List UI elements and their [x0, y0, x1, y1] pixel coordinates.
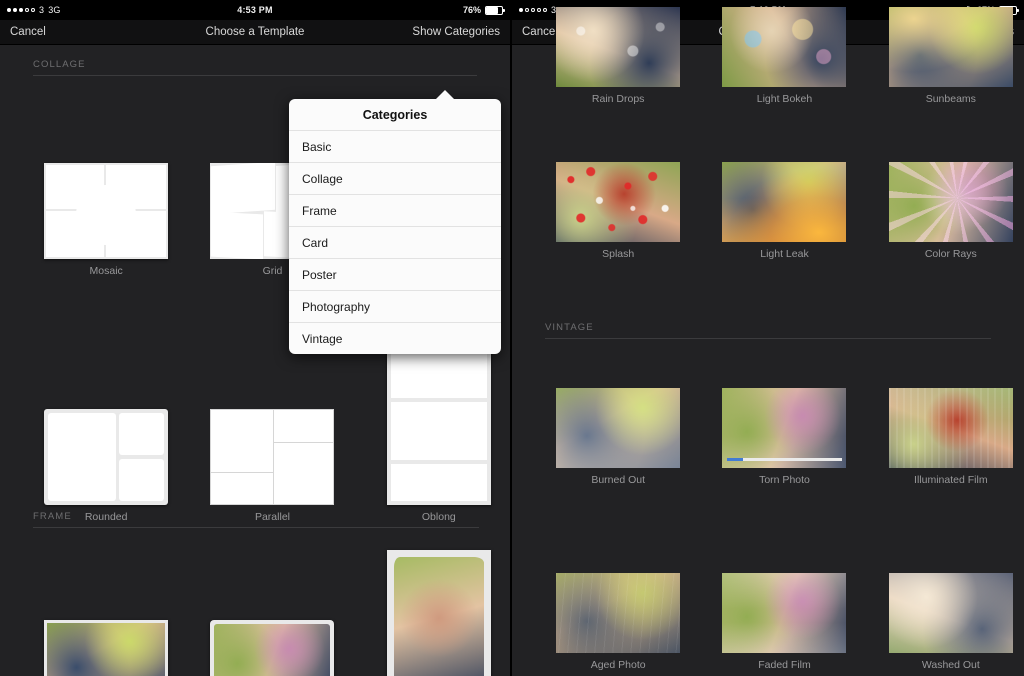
section-divider	[33, 527, 479, 528]
section-collage: COLLAGE	[0, 45, 510, 76]
page-title: Choose a Template	[205, 26, 305, 38]
template-thumbnail	[44, 409, 169, 505]
section-divider	[545, 338, 991, 339]
category-item-vintage[interactable]: Vintage	[289, 322, 501, 354]
dual-screenshot-container: 3 3G 4:53 PM 76% Cancel Choose a Templat…	[0, 0, 1024, 676]
template-cell-color-rays[interactable]: Color Rays	[878, 162, 1024, 260]
template-thumbnail	[386, 550, 491, 676]
template-cell-rounded-frame[interactable]: Rounded	[199, 620, 345, 676]
template-thumbnail	[556, 162, 681, 242]
template-thumbnail	[888, 7, 1013, 87]
template-thumbnail	[386, 350, 491, 505]
section-divider	[33, 75, 477, 76]
template-thumbnail	[44, 163, 169, 259]
battery-icon	[485, 5, 505, 15]
template-cell-sharp-frame[interactable]: Sharp	[33, 620, 179, 676]
template-label: Aged Photo	[590, 659, 646, 671]
status-bar-clock: 4:53 PM	[237, 5, 273, 15]
template-row: Rain Drops Light Bokeh Sunbeams	[512, 7, 1024, 105]
section-header-label: COLLAGE	[33, 59, 86, 70]
template-label: Burned Out	[591, 474, 646, 486]
template-label: Light Bokeh	[756, 93, 813, 105]
template-row: Burned Out Torn Photo Illuminated Film	[512, 388, 1024, 486]
template-thumbnail	[210, 409, 335, 505]
template-thumbnail	[888, 388, 1013, 468]
template-label: Illuminated Film	[914, 474, 988, 486]
template-thumbnail	[722, 162, 847, 242]
category-item-collage[interactable]: Collage	[289, 162, 501, 194]
template-thumbnail	[722, 388, 847, 468]
categories-popover[interactable]: Categories Basic Collage Frame Card Post…	[289, 90, 501, 354]
template-cell-rain-drops[interactable]: Rain Drops	[545, 7, 691, 105]
screen-left: 3 3G 4:53 PM 76% Cancel Choose a Templat…	[0, 0, 512, 676]
template-list-right[interactable]: Rain Drops Light Bokeh Sunbeams Splash L…	[512, 7, 1024, 676]
section-header-label: FRAME	[33, 511, 72, 522]
section-vintage: VINTAGE	[512, 308, 1024, 339]
template-label: Washed Out	[921, 659, 980, 671]
progress-bar	[727, 458, 842, 461]
template-label: Grid	[262, 265, 283, 277]
category-item-photography[interactable]: Photography	[289, 290, 501, 322]
template-thumbnail	[722, 573, 847, 653]
template-cell-light-leak[interactable]: Light Leak	[711, 162, 857, 260]
template-thumbnail	[888, 162, 1013, 242]
template-thumbnail	[888, 573, 1013, 653]
category-item-frame[interactable]: Frame	[289, 194, 501, 226]
template-cell-torn-photo[interactable]: Torn Photo	[711, 388, 857, 486]
template-label: Torn Photo	[759, 474, 810, 486]
template-label: Faded Film	[758, 659, 811, 671]
popover-arrow	[435, 90, 455, 100]
template-thumbnail	[556, 388, 681, 468]
category-item-card[interactable]: Card	[289, 226, 501, 258]
template-cell-artistic-frame[interactable]: Artistic	[366, 550, 510, 676]
template-label: Light Leak	[760, 248, 809, 260]
status-bar-left: 3 3G 4:53 PM 76%	[0, 0, 510, 20]
section-header-label: VINTAGE	[545, 322, 594, 333]
template-label: Color Rays	[924, 248, 977, 260]
nav-bar-left: Cancel Choose a Template Show Categories	[0, 20, 510, 45]
template-cell-washed-out[interactable]: Washed Out	[878, 573, 1024, 671]
template-label: Splash	[602, 248, 635, 260]
template-list-left[interactable]: COLLAGE Mosaic Grid Rounded Parallel Obl…	[0, 45, 510, 676]
section-frame: FRAME	[0, 497, 510, 528]
template-label: Mosaic	[89, 265, 123, 277]
template-cell-aged-photo[interactable]: Aged Photo	[545, 573, 691, 671]
screen-right: 3 ◢ 7:19 PM 𐌕 67% Cancel Choose a Templa…	[512, 0, 1024, 676]
popover-title: Categories	[362, 108, 428, 122]
template-thumbnail	[210, 620, 335, 676]
template-cell-sunbeams[interactable]: Sunbeams	[878, 7, 1024, 105]
template-row: Splash Light Leak Color Rays	[512, 162, 1024, 260]
template-cell-burned-out[interactable]: Burned Out	[545, 388, 691, 486]
template-cell-light-bokeh[interactable]: Light Bokeh	[711, 7, 857, 105]
template-row: Aged Photo Faded Film Washed Out	[512, 573, 1024, 671]
template-cell-faded-film[interactable]: Faded Film	[711, 573, 857, 671]
template-cell-mosaic[interactable]: Mosaic	[33, 163, 179, 277]
template-thumbnail	[556, 573, 681, 653]
category-item-poster[interactable]: Poster	[289, 258, 501, 290]
template-thumbnail	[722, 7, 847, 87]
category-item-basic[interactable]: Basic	[289, 130, 501, 162]
template-row: Sharp Rounded Artistic	[0, 550, 510, 676]
template-thumbnail	[44, 620, 169, 676]
template-label: Sunbeams	[925, 93, 976, 105]
template-cell-splash[interactable]: Splash	[545, 162, 691, 260]
template-thumbnail	[556, 7, 681, 87]
template-label: Rain Drops	[591, 93, 645, 105]
template-cell-illuminated-film[interactable]: Illuminated Film	[878, 388, 1024, 486]
